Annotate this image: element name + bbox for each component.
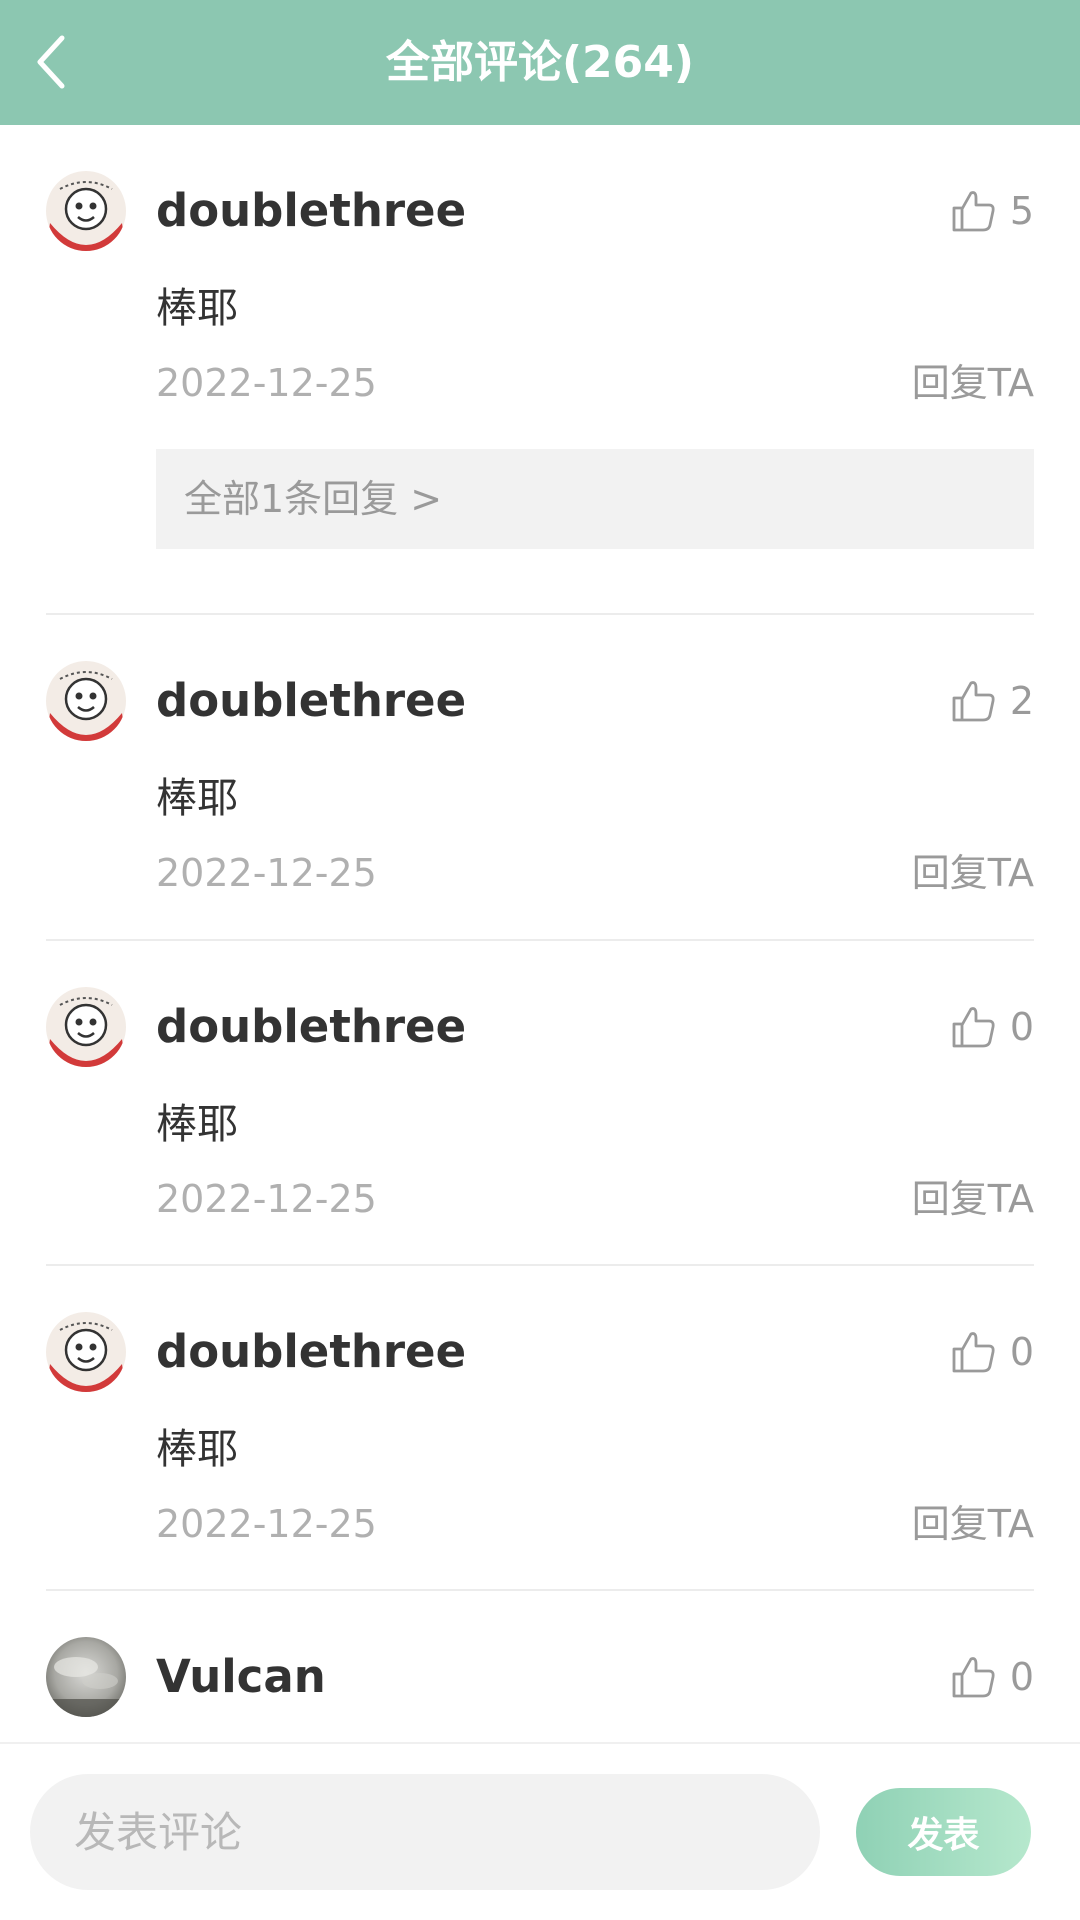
reply-button[interactable]: 回复TA bbox=[912, 1171, 1034, 1227]
like-count: 0 bbox=[1009, 1330, 1034, 1374]
thumbs-up-icon bbox=[950, 677, 998, 725]
like-button[interactable]: 0 bbox=[950, 1651, 1034, 1703]
comment-username: doublethree bbox=[156, 184, 467, 237]
like-button[interactable]: 2 bbox=[950, 675, 1034, 727]
avatar[interactable] bbox=[46, 661, 126, 741]
comment-item: doublethree 2 棒耶 2022-12-25 回复TA bbox=[46, 615, 1034, 941]
comment-text: 棒耶 bbox=[156, 284, 238, 332]
thumbs-up-icon bbox=[950, 1328, 998, 1376]
comment-username: Vulcan bbox=[156, 1650, 326, 1703]
comment-item: Vulcan 0 bbox=[46, 1591, 1034, 1742]
comment-date: 2022-12-25 bbox=[156, 361, 377, 405]
like-button[interactable]: 0 bbox=[950, 1326, 1034, 1378]
like-count: 0 bbox=[1009, 1655, 1034, 1699]
send-button[interactable]: 发表 bbox=[856, 1788, 1031, 1876]
like-button[interactable]: 0 bbox=[950, 1001, 1034, 1053]
like-count: 0 bbox=[1009, 1005, 1034, 1049]
comment-text: 棒耶 bbox=[156, 1100, 238, 1148]
thumbs-up-icon bbox=[950, 187, 998, 235]
comment-username: doublethree bbox=[156, 1000, 467, 1053]
thumbs-up-icon bbox=[950, 1003, 998, 1051]
comment-date: 2022-12-25 bbox=[156, 1502, 377, 1546]
comment-item: doublethree 0 棒耶 2022-12-25 回复TA bbox=[46, 1266, 1034, 1591]
comment-input[interactable] bbox=[30, 1774, 820, 1890]
comment-date: 2022-12-25 bbox=[156, 1177, 377, 1221]
comment-list: doublethree 5 棒耶 2022-12-25 回复TA 全部1条回复 … bbox=[0, 125, 1080, 1742]
like-count: 5 bbox=[1009, 189, 1034, 233]
comment-text: 棒耶 bbox=[156, 774, 238, 822]
reply-button[interactable]: 回复TA bbox=[912, 355, 1034, 411]
comment-username: doublethree bbox=[156, 674, 467, 727]
comment-text: 棒耶 bbox=[156, 1425, 238, 1473]
thumbs-up-icon bbox=[950, 1653, 998, 1701]
avatar[interactable] bbox=[46, 1637, 126, 1717]
comment-item: doublethree 5 棒耶 2022-12-25 回复TA 全部1条回复 … bbox=[46, 125, 1034, 615]
page-title: 全部评论(264) bbox=[385, 37, 695, 88]
view-all-replies-link[interactable]: 全部1条回复 > bbox=[156, 449, 1034, 549]
like-count: 2 bbox=[1009, 679, 1034, 723]
like-button[interactable]: 5 bbox=[950, 185, 1034, 237]
reply-button[interactable]: 回复TA bbox=[912, 1496, 1034, 1552]
reply-button[interactable]: 回复TA bbox=[912, 845, 1034, 901]
comment-composer: 发表 bbox=[0, 1742, 1080, 1920]
top-bar: 全部评论(264) bbox=[0, 0, 1080, 125]
avatar[interactable] bbox=[46, 987, 126, 1067]
comment-item: doublethree 0 棒耶 2022-12-25 回复TA bbox=[46, 941, 1034, 1266]
avatar[interactable] bbox=[46, 171, 126, 251]
avatar[interactable] bbox=[46, 1312, 126, 1392]
comment-username: doublethree bbox=[156, 1325, 467, 1378]
comment-date: 2022-12-25 bbox=[156, 851, 377, 895]
